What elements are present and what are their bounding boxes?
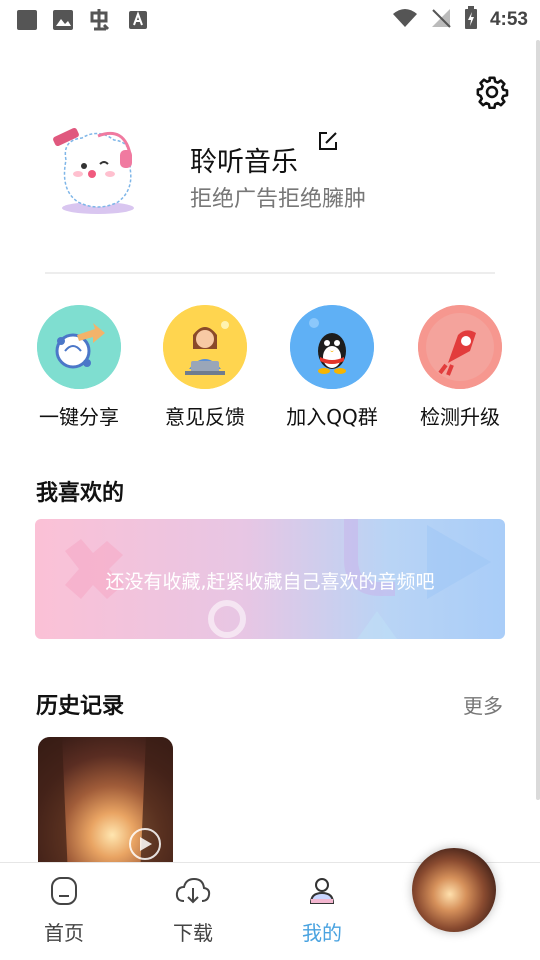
- history-title: 历史记录: [36, 694, 125, 719]
- favorites-card[interactable]: 还没有收藏,赶紧收藏自己喜欢的音频吧: [35, 519, 505, 639]
- share-icon: [37, 305, 121, 389]
- qq-group-label: 加入QQ群: [286, 405, 378, 429]
- home-icon: [48, 877, 80, 911]
- image-icon: [52, 9, 74, 35]
- square-icon: [16, 9, 38, 35]
- settings-button[interactable]: [474, 76, 510, 112]
- nav-download[interactable]: 下载: [153, 875, 233, 946]
- no-signal-icon: [430, 7, 452, 33]
- nav-home-label: 首页: [44, 921, 84, 945]
- cloud-download-icon: [174, 877, 212, 911]
- qq-penguin-icon: [290, 305, 374, 389]
- profile-name: 聆听音乐: [190, 147, 298, 178]
- edit-icon[interactable]: [317, 130, 339, 152]
- app-icon: [88, 7, 114, 37]
- upgrade-icon: [418, 305, 502, 389]
- profile-icon: [306, 878, 338, 911]
- qq-group-action[interactable]: 加入QQ群: [272, 305, 392, 430]
- quick-actions: 一键分享 意见反馈 加入QQ群 检测升级: [0, 305, 540, 435]
- history-item[interactable]: [38, 737, 173, 877]
- forest-thumbnail: [38, 737, 173, 877]
- share-action[interactable]: 一键分享: [19, 305, 139, 430]
- upgrade-label: 检测升级: [420, 405, 500, 429]
- favorites-empty-text: 还没有收藏,赶紧收藏自己喜欢的音频吧: [105, 571, 435, 593]
- nav-download-label: 下载: [173, 921, 213, 945]
- profile-subtitle: 拒绝广告拒绝臃肿: [190, 187, 367, 212]
- avatar[interactable]: [48, 120, 148, 220]
- favorites-title: 我喜欢的: [36, 481, 125, 506]
- nav-mine[interactable]: 我的: [282, 875, 362, 946]
- share-label: 一键分享: [39, 405, 119, 429]
- divider: [45, 272, 495, 274]
- gear-icon: [475, 75, 509, 113]
- upgrade-action[interactable]: 检测升级: [400, 305, 520, 430]
- status-bar: 4:53: [0, 0, 540, 36]
- text-icon: [128, 10, 148, 34]
- mini-player[interactable]: [412, 848, 496, 932]
- clock: 4:53: [489, 9, 528, 30]
- nav-home[interactable]: 首页: [24, 875, 104, 946]
- nav-mine-label: 我的: [302, 921, 342, 945]
- feedback-action[interactable]: 意见反馈: [145, 305, 265, 430]
- battery-charging-icon: [464, 6, 478, 34]
- feedback-icon: [163, 305, 247, 389]
- feedback-label: 意见反馈: [165, 405, 245, 429]
- wifi-icon: [392, 8, 418, 32]
- history-more-link[interactable]: 更多: [463, 690, 503, 719]
